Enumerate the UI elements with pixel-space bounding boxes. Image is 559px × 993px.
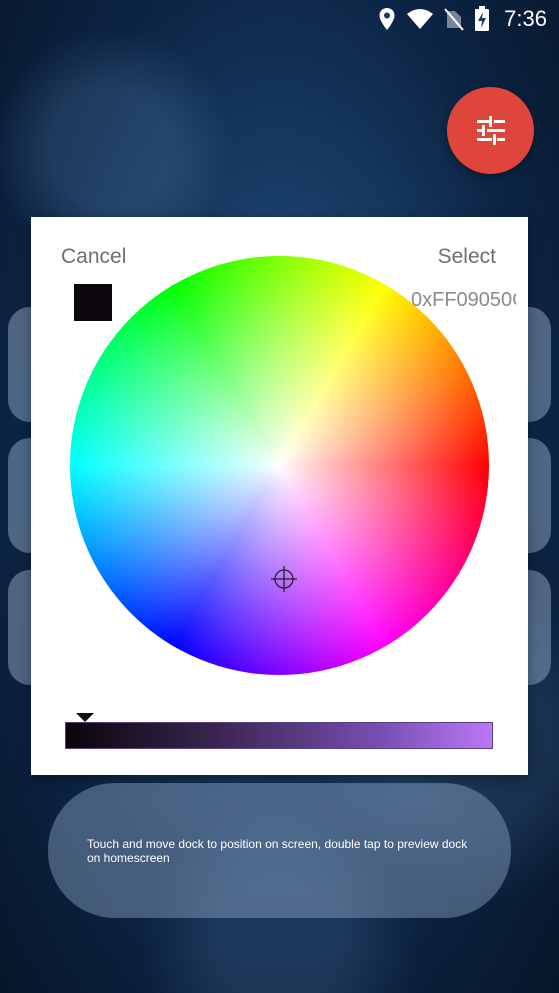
wifi-icon [407, 9, 434, 29]
status-time: 7:36 [504, 6, 547, 31]
status-icons: 7:36 [378, 6, 547, 32]
cancel-button[interactable]: Cancel [61, 245, 126, 269]
location-icon [379, 8, 395, 30]
color-preview-swatch [74, 284, 112, 321]
color-picker-dialog: Cancel Select 0xFF09050C [31, 217, 528, 775]
status-bar: 7:36 [0, 0, 559, 40]
settings-fab-button[interactable] [447, 87, 534, 174]
battery-charging-icon [475, 6, 490, 31]
crosshair-icon[interactable] [271, 566, 297, 592]
sliders-icon [476, 115, 505, 145]
no-sim-icon [444, 8, 464, 31]
brightness-slider-thumb[interactable] [76, 713, 94, 722]
hex-value-field[interactable]: 0xFF09050C [411, 289, 516, 312]
color-wheel[interactable] [70, 256, 489, 675]
dock-hint-panel[interactable]: Touch and move dock to position on scree… [48, 783, 511, 918]
select-button[interactable]: Select [438, 245, 496, 269]
brightness-slider[interactable] [65, 722, 493, 749]
hint-text: Touch and move dock to position on scree… [87, 837, 468, 865]
